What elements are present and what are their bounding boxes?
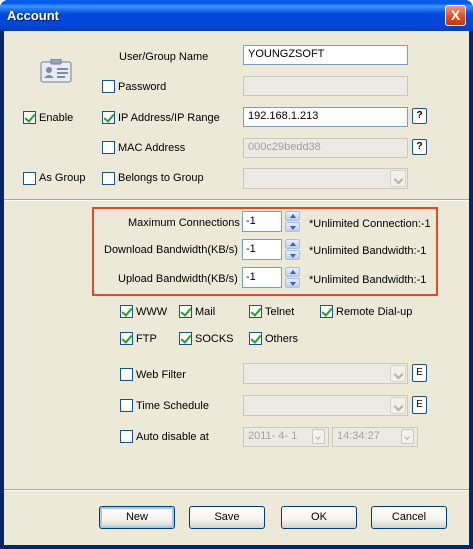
spin-down-icon[interactable] [285,222,300,232]
group-select[interactable] [243,168,408,189]
question-icon: ? [416,141,423,152]
chevron-down-icon [390,170,406,187]
footer-divider [4,489,469,491]
download-bandwidth-input[interactable]: -1 [242,239,282,260]
telnet-checkbox[interactable] [249,305,262,318]
ftp-label: FTP [136,333,157,345]
mail-label: Mail [195,306,216,318]
chevron-down-icon [390,365,406,382]
belongs-to-group-label: Belongs to Group [118,172,204,184]
title-bar[interactable]: Account X [0,0,473,31]
auto-disable-time: 14:34:27 [337,430,380,442]
max-connections-input[interactable]: -1 [242,211,282,232]
max-connections-spinner[interactable] [285,211,300,232]
mac-help-button[interactable]: ? [412,139,427,155]
edit-icon: E [416,367,423,378]
web-filter-label: Web Filter [136,369,186,381]
www-checkbox[interactable] [120,305,133,318]
web-filter-select[interactable] [243,363,408,384]
mac-address-checkbox[interactable] [102,141,115,154]
ip-address-checkbox[interactable] [102,111,115,124]
chevron-down-icon [390,397,406,414]
max-connections-label: Maximum Connections [128,217,240,229]
password-checkbox[interactable] [102,80,115,93]
as-group-checkbox[interactable] [23,172,36,185]
enable-checkbox[interactable] [23,111,36,124]
others-checkbox[interactable] [249,332,262,345]
download-bandwidth-hint: *Unlimited Bandwidth:-1 [309,245,427,257]
spin-up-icon[interactable] [285,267,300,277]
account-window: Account X User/Group Name YOUNGZSOFT Pas… [0,0,473,549]
spin-down-icon[interactable] [285,250,300,260]
upload-bandwidth-label: Upload Bandwidth(KB/s) [118,273,238,285]
dialog-body: User/Group Name YOUNGZSOFT Password Enab… [4,31,469,545]
socks-checkbox[interactable] [179,332,192,345]
user-group-name-input[interactable]: YOUNGZSOFT [243,45,408,65]
others-label: Others [265,333,299,345]
cancel-button[interactable]: Cancel [371,506,447,529]
enable-label: Enable [39,112,74,124]
ip-address-input[interactable]: 192.168.1.213 [243,107,408,127]
upload-bandwidth-spinner[interactable] [285,267,300,288]
save-button[interactable]: Save [189,506,265,529]
telnet-label: Telnet [265,306,295,318]
auto-disable-date: 2011- 4- 1 [248,430,298,442]
close-button[interactable]: X [445,5,466,26]
as-group-label: As Group [39,172,86,184]
max-connections-hint: *Unlimited Connection:-1 [309,218,431,230]
spin-down-icon[interactable] [285,278,300,288]
upload-bandwidth-input[interactable]: -1 [242,267,282,288]
edit-icon: E [416,399,423,410]
id-card-icon [40,59,72,83]
auto-disable-label: Auto disable at [136,431,209,443]
time-schedule-checkbox[interactable] [120,399,133,412]
mac-address-label: MAC Address [118,142,186,154]
time-schedule-edit-button[interactable]: E [412,396,427,414]
download-bandwidth-spinner[interactable] [285,239,300,260]
auto-disable-checkbox[interactable] [120,430,133,443]
time-schedule-label: Time Schedule [136,400,209,412]
ip-help-button[interactable]: ? [412,108,427,124]
time-schedule-select[interactable] [243,395,408,416]
section-divider [4,199,469,201]
new-button[interactable]: New [99,506,175,529]
password-input[interactable] [243,76,408,96]
upload-bandwidth-hint: *Unlimited Bandwidth:-1 [309,274,427,286]
download-bandwidth-label: Download Bandwidth(KB/s) [104,244,238,256]
mac-address-input[interactable]: 000c29bedd38 [243,138,408,158]
remote-dialup-checkbox[interactable] [320,305,333,318]
spin-up-icon[interactable] [285,239,300,249]
time-spinner-icon[interactable] [401,429,414,444]
socks-label: SOCKS [195,333,234,345]
www-label: WWW [136,306,168,318]
ok-button[interactable]: OK [281,506,357,529]
question-icon: ? [416,110,423,121]
close-icon: X [450,7,461,23]
remote-dialup-label: Remote Dial-up [336,306,413,318]
date-dropdown-icon[interactable] [312,429,325,444]
spin-up-icon[interactable] [285,211,300,221]
user-group-name-label: User/Group Name [119,51,209,63]
web-filter-edit-button[interactable]: E [412,364,427,382]
window-title: Account [7,8,59,23]
mail-checkbox[interactable] [179,305,192,318]
password-label: Password [118,81,167,93]
ftp-checkbox[interactable] [120,332,133,345]
ip-address-label: IP Address/IP Range [118,112,220,124]
web-filter-checkbox[interactable] [120,368,133,381]
belongs-to-group-checkbox[interactable] [102,172,115,185]
